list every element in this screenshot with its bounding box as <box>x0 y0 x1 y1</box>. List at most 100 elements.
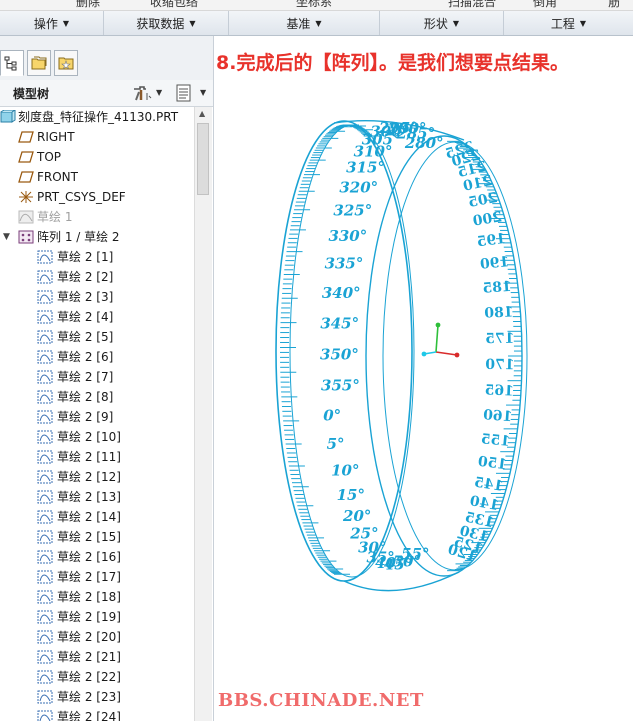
scroll-up-arrow-icon[interactable]: ▲ <box>199 109 205 118</box>
sketch-icon <box>37 650 53 664</box>
ribbon-group-engineering[interactable]: 工程 ▼ <box>504 11 633 35</box>
tree-item-pattern-member[interactable]: 草绘 2 [19] <box>0 607 194 627</box>
coordinate-system-icon <box>19 191 33 203</box>
ribbon-group-datum[interactable]: 基准 ▼ <box>229 11 380 35</box>
tree-item-pattern-member[interactable]: 草绘 2 [11] <box>0 447 194 467</box>
tree-item-label: 草绘 2 [13] <box>57 490 121 504</box>
folder-icon <box>31 56 47 70</box>
model-tree-scrollbar[interactable]: ▲ <box>194 107 212 721</box>
tree-item-label: 草绘 2 [16] <box>57 550 121 564</box>
tree-item-pattern-member[interactable]: 草绘 2 [16] <box>0 547 194 567</box>
tree-item-sketch-1[interactable]: 草绘 1 <box>0 207 194 227</box>
tree-item-label: 草绘 2 [6] <box>57 350 114 364</box>
tree-item-label: 草绘 2 [7] <box>57 370 114 384</box>
tree-item-pattern-member[interactable]: 草绘 2 [3] <box>0 287 194 307</box>
tree-item-pattern-member[interactable]: 草绘 2 [21] <box>0 647 194 667</box>
sketch-icon <box>37 590 53 604</box>
tree-item-pattern-member[interactable]: 草绘 2 [20] <box>0 627 194 647</box>
dial-label-front: 330° <box>328 227 367 245</box>
tree-item-label: 草绘 2 [21] <box>57 650 121 664</box>
toolbar-item-rib[interactable]: 筋 <box>608 0 620 10</box>
dropdown-arrow-icon[interactable]: ▼ <box>200 88 206 97</box>
tree-item-pattern-member[interactable]: 草绘 2 [23] <box>0 687 194 707</box>
tree-item-pattern-member[interactable]: 草绘 2 [8] <box>0 387 194 407</box>
tutorial-caption: 8.完成后的【阵列】。是我们想要点结果。 <box>216 52 569 74</box>
tree-item-pattern-member[interactable]: 草绘 2 [6] <box>0 347 194 367</box>
sketch-icon <box>37 310 53 324</box>
tree-item-label: 草绘 2 [19] <box>57 610 121 624</box>
show-menu-icon[interactable] <box>175 84 193 106</box>
dropdown-arrow-icon[interactable]: ▼ <box>156 88 162 97</box>
dropdown-arrow-icon: ▼ <box>315 18 322 28</box>
toolbar-item-swept-blend[interactable]: 扫描混合 <box>448 0 496 10</box>
tab-favorites[interactable] <box>54 50 78 76</box>
tree-item-pattern-member[interactable]: 草绘 2 [13] <box>0 487 194 507</box>
tree-item-label: 草绘 2 [11] <box>57 450 121 464</box>
dial-label-front: 325° <box>333 201 372 219</box>
tree-item-pattern-1[interactable]: ▼ 阵列 1 / 草绘 2 <box>0 227 194 247</box>
tree-item-label: 草绘 2 [4] <box>57 310 114 324</box>
sketch-icon <box>37 510 53 524</box>
tree-item-pattern-member[interactable]: 草绘 2 [14] <box>0 507 194 527</box>
tree-item-pattern-member[interactable]: 草绘 2 [22] <box>0 667 194 687</box>
tree-item-label: 草绘 2 [1] <box>57 250 114 264</box>
dial-label-front: 350° <box>320 346 359 364</box>
toolbar-item-csys[interactable]: 坐标系 <box>296 0 332 10</box>
tree-item-pattern-member[interactable]: 草绘 2 [5] <box>0 327 194 347</box>
watermark-text: BBS.CHINADE.NET <box>218 690 424 711</box>
tree-item-label: 草绘 2 [12] <box>57 470 121 484</box>
tab-model-tree[interactable] <box>0 50 24 76</box>
datum-plane-icon <box>18 131 34 143</box>
tree-item-pattern-member[interactable]: 草绘 2 [4] <box>0 307 194 327</box>
toolbar-item-chamfer[interactable]: 倒角 <box>533 0 557 10</box>
ribbon-group-operations[interactable]: 操作 ▼ <box>0 11 104 35</box>
tree-item-pattern-member[interactable]: 草绘 2 [9] <box>0 407 194 427</box>
tree-item-datum-right[interactable]: RIGHT <box>0 127 194 147</box>
tree-item-pattern-member[interactable]: 草绘 2 [15] <box>0 527 194 547</box>
tab-folder-browser[interactable] <box>27 50 51 76</box>
tree-item-pattern-member[interactable]: 草绘 2 [12] <box>0 467 194 487</box>
expand-triangle-icon[interactable]: ▼ <box>3 227 10 247</box>
tree-item-pattern-member[interactable]: 草绘 2 [18] <box>0 587 194 607</box>
sketch-icon <box>37 670 53 684</box>
tree-item-label: 草绘 2 [20] <box>57 630 121 644</box>
toolbar-item-delete[interactable]: 删除 <box>76 0 100 10</box>
favorites-star-icon <box>58 57 74 70</box>
dial-label-back: 165 <box>484 382 514 399</box>
tree-icon <box>4 56 17 71</box>
axis-y <box>435 324 439 353</box>
tree-settings-icon[interactable] <box>132 84 154 106</box>
sketch-icon <box>37 610 53 624</box>
tree-item-csys[interactable]: PRT_CSYS_DEF <box>0 187 194 207</box>
dial-label-back: 150 <box>477 454 508 474</box>
tree-item-datum-top[interactable]: TOP <box>0 147 194 167</box>
tree-item-root-part[interactable]: 刻度盘_特征操作_41130.PRT <box>0 107 194 127</box>
ribbon-group-get-data[interactable]: 获取数据 ▼ <box>104 11 229 35</box>
sketch-icon <box>37 530 53 544</box>
tree-item-pattern-member[interactable]: 草绘 2 [17] <box>0 567 194 587</box>
dial-label-front: 20° <box>342 507 371 525</box>
tree-item-pattern-member[interactable]: 草绘 2 [7] <box>0 367 194 387</box>
dial-label-front: 335° <box>325 255 364 273</box>
tree-item-label: 草绘 2 [15] <box>57 530 121 544</box>
tree-item-label: 草绘 2 [2] <box>57 270 114 284</box>
model-tree-header: 模型树 ▼ ▼ <box>0 80 213 107</box>
dial-label-front: 315° <box>346 159 385 177</box>
tree-item-label: 草绘 2 [9] <box>57 410 114 424</box>
sketch-icon <box>37 550 53 564</box>
tree-item-datum-front[interactable]: FRONT <box>0 167 194 187</box>
tree-item-pattern-member[interactable]: 草绘 2 [1] <box>0 247 194 267</box>
toolbar-item-shrinkwrap[interactable]: 收缩包络 <box>150 0 198 10</box>
graphics-viewport[interactable]: 280° 285° 290° 295° 300° 305° 310° 315° 320° 325°… <box>214 36 633 721</box>
scrollbar-thumb[interactable] <box>197 123 209 195</box>
sketch-icon <box>37 490 53 504</box>
ribbon-group-shapes[interactable]: 形状 ▼ <box>380 11 504 35</box>
tree-item-pattern-member[interactable]: 草绘 2 [10] <box>0 427 194 447</box>
tree-item-label: 草绘 2 [5] <box>57 330 114 344</box>
tree-item-label: 草绘 2 [10] <box>57 430 121 444</box>
dial-ring-model[interactable]: 280°285°290°295°300°305°310°315°320°325°… <box>214 36 633 721</box>
dial-label-back: 155 <box>480 431 511 450</box>
dial-label-front: 10° <box>331 462 359 480</box>
tree-item-pattern-member[interactable]: 草绘 2 [2] <box>0 267 194 287</box>
tree-item-pattern-member[interactable]: 草绘 2 [24] <box>0 707 194 721</box>
